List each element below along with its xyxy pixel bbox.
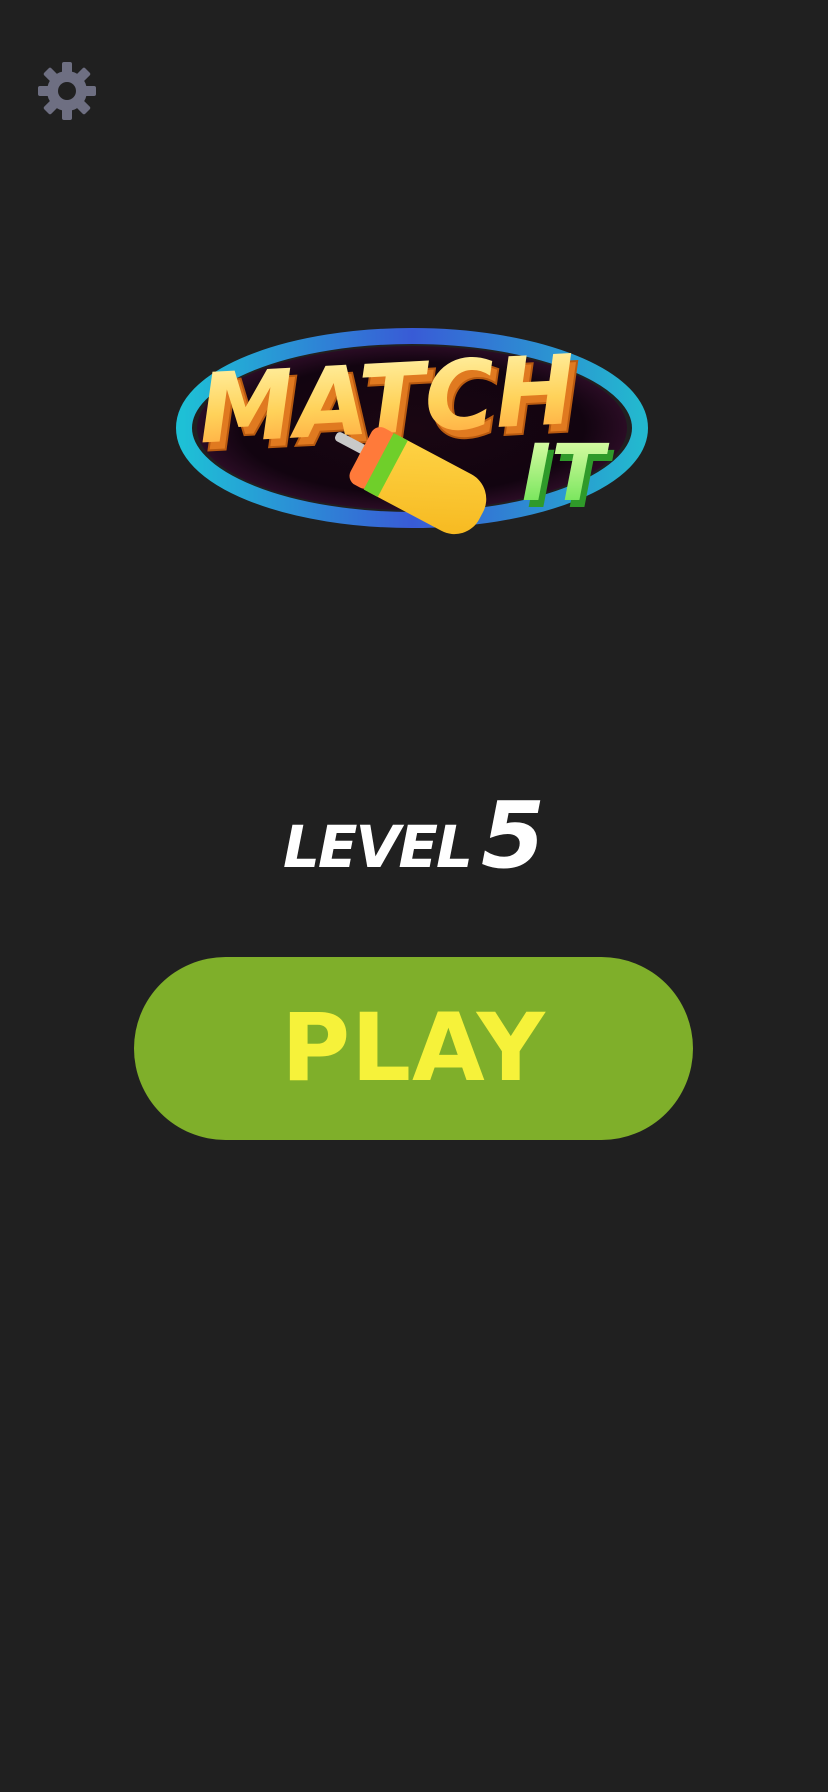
play-button-label: PLAY [281,993,546,1103]
settings-button[interactable] [34,58,100,124]
gear-icon [38,62,96,120]
play-button[interactable]: PLAY [134,957,693,1140]
level-indicator: LEVEL 5 [0,790,828,882]
level-label: LEVEL [282,813,473,881]
logo-word-it: IT [522,429,610,519]
level-number: 5 [481,782,546,889]
game-logo: MATCH MATCH IT IT [170,300,670,600]
